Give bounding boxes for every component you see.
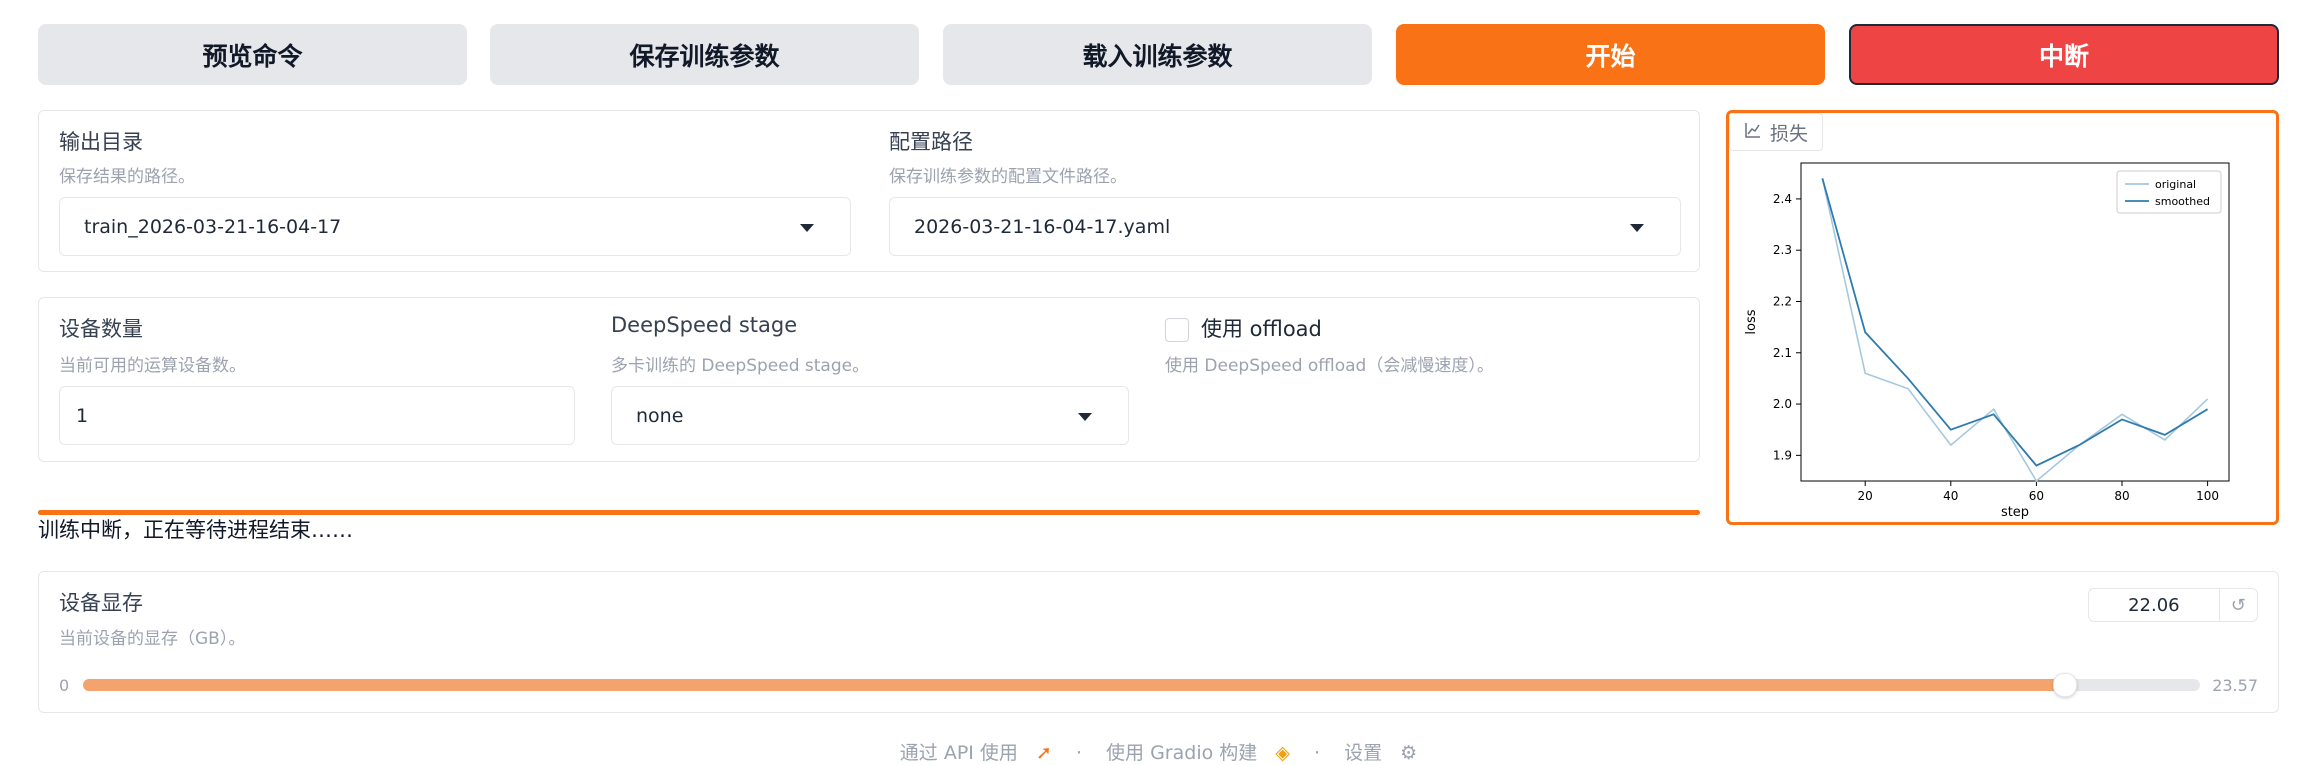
loss-chart: 20 40 60 80 100 1.9 2.0 2.1 2.2 2.3 2.4 step loss ori… — [1744, 162, 2230, 519]
plot-tag: 损失 — [1729, 113, 1824, 151]
device-memory-slider[interactable] — [83, 673, 2200, 697]
output-settings-panel: 输出目录 保存结果的路径。 train_2026-03-21-16-04-17 … — [38, 110, 1700, 272]
ds-stage-label: DeepSpeed stage — [611, 313, 798, 337]
output-dir-value: train_2026-03-21-16-04-17 — [84, 215, 342, 238]
settings-link-label: 设置 — [1344, 742, 1383, 764]
gradio-link-label: 使用 Gradio 构建 — [1106, 742, 1258, 764]
device-memory-label: 设备显存 — [59, 591, 143, 615]
y-tick-label: 2.1 — [1773, 346, 1792, 360]
footer-separator: · — [1314, 742, 1321, 764]
device-memory-number-input[interactable]: 22.06 ↺ — [2088, 588, 2258, 622]
chart-icon — [1744, 121, 1762, 144]
slider-min-label: 0 — [59, 676, 70, 695]
y-axis-label: loss — [1744, 309, 1759, 334]
x-tick-label: 60 — [2029, 489, 2044, 503]
save-args-button[interactable]: 保存训练参数 — [490, 24, 919, 85]
ds-stage-info: 多卡训练的 DeepSpeed stage。 — [611, 356, 870, 376]
offload-label[interactable]: 使用 offload — [1201, 313, 1322, 343]
config-path-dropdown[interactable]: 2026-03-21-16-04-17.yaml — [889, 197, 1681, 256]
device-memory-panel: 设备显存 当前设备的显存（GB）。 0 23.57 — [38, 571, 2279, 713]
device-memory-info: 当前设备的显存（GB）。 — [59, 629, 246, 649]
loss-plot-panel: 损失 20 40 60 80 100 1.9 2.0 2.1 2.2 2.3 2.4 step loss… — [1726, 110, 2279, 525]
output-dir-label: 输出目录 — [59, 130, 143, 154]
y-tick-label: 2.4 — [1773, 192, 1792, 206]
ds-stage-value: none — [636, 404, 684, 427]
status-message: 训练中断，正在等待进程结束…… — [38, 518, 353, 542]
footer-separator: · — [1075, 742, 1082, 764]
output-dir-info: 保存结果的路径。 — [59, 167, 195, 187]
device-count-value: 1 — [76, 404, 89, 427]
legend-label: original — [2155, 178, 2196, 191]
reset-icon[interactable]: ↺ — [2218, 589, 2257, 621]
slider-fill — [83, 679, 2065, 691]
x-tick-label: 20 — [1858, 489, 1873, 503]
ds-stage-dropdown[interactable]: none — [611, 386, 1129, 445]
y-tick-label: 1.9 — [1773, 448, 1792, 462]
load-args-button[interactable]: 载入训练参数 — [943, 24, 1372, 85]
api-link[interactable]: 通过 API 使用 ➚ — [894, 742, 1064, 764]
offload-info: 使用 DeepSpeed offload（会减慢速度）。 — [1165, 356, 1494, 376]
slider-thumb[interactable] — [2053, 673, 2078, 697]
x-tick-label: 100 — [2196, 489, 2219, 503]
x-tick-label: 80 — [2114, 489, 2129, 503]
config-path-label: 配置路径 — [889, 130, 973, 154]
device-count-info: 当前可用的运算设备数。 — [59, 356, 246, 376]
preview-command-button[interactable]: 预览命令 — [38, 24, 467, 85]
device-count-input[interactable]: 1 — [59, 386, 575, 445]
footer: 通过 API 使用 ➚ · 使用 Gradio 构建 ◈ · 设置 ⚙ — [0, 738, 2317, 765]
slider-max-label: 23.57 — [2212, 676, 2258, 695]
settings-link[interactable]: 设置 ⚙ — [1338, 742, 1423, 764]
output-dir-dropdown[interactable]: train_2026-03-21-16-04-17 — [59, 197, 851, 256]
y-tick-label: 2.3 — [1773, 243, 1792, 257]
x-axis-label: step — [2001, 505, 2029, 519]
device-count-label: 设备数量 — [59, 317, 143, 341]
stop-button[interactable]: 中断 — [1849, 24, 2279, 85]
gradio-logo-icon: ◈ — [1275, 742, 1290, 764]
chevron-down-icon — [800, 223, 814, 232]
y-tick-label: 2.2 — [1773, 294, 1792, 308]
device-memory-value: 22.06 — [2128, 594, 2180, 616]
rocket-icon: ➚ — [1035, 742, 1052, 764]
chevron-down-icon — [1630, 223, 1644, 232]
x-tick-label: 40 — [1943, 489, 1958, 503]
y-tick-label: 2.0 — [1773, 397, 1792, 411]
plot-tag-label: 损失 — [1770, 122, 1809, 145]
config-path-value: 2026-03-21-16-04-17.yaml — [914, 215, 1171, 238]
chevron-down-icon — [1078, 412, 1092, 421]
gradio-link[interactable]: 使用 Gradio 构建 ◈ — [1100, 742, 1302, 764]
api-link-label: 通过 API 使用 — [899, 742, 1018, 764]
legend-label: smoothed — [2155, 195, 2210, 208]
device-settings-panel: 设备数量 当前可用的运算设备数。 1 DeepSpeed stage 多卡训练的… — [38, 297, 1700, 462]
gear-icon: ⚙ — [1400, 742, 1418, 764]
start-button[interactable]: 开始 — [1396, 24, 1825, 85]
config-path-info: 保存训练参数的配置文件路径。 — [889, 167, 1127, 187]
offload-checkbox[interactable] — [1165, 318, 1189, 342]
